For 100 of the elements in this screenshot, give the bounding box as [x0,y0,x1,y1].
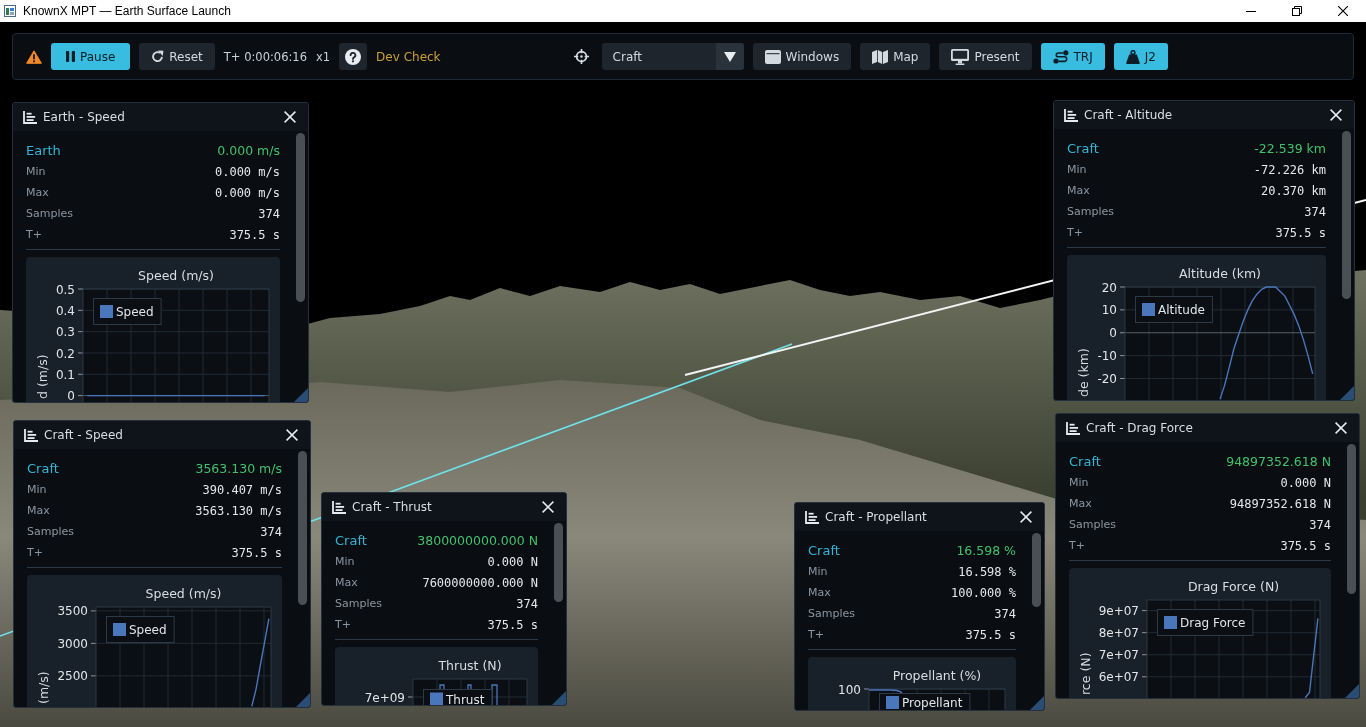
stat-value: 7600000000.000 N [422,575,538,590]
stat-value: 0.000 N [487,554,538,569]
axis-tick-label: 0.2 [55,346,75,361]
legend-label: Drag Force [1180,616,1246,630]
close-button[interactable] [1330,109,1342,121]
legend-label: Speed [129,623,167,637]
axis-tick-label: 7e+07 [1098,648,1139,663]
current-value: -22.539 km [1254,140,1326,156]
scrollbar-thumb[interactable] [296,133,305,302]
axis-tick-label: 0.1 [55,367,75,382]
close-button[interactable] [1020,511,1032,523]
stat-value: 390.407 m/s [202,482,282,497]
close-icon [542,501,554,513]
chart-title: Speed (m/s) [138,268,214,283]
refresh-icon [151,50,165,63]
trajectory-button[interactable]: TRJ [1040,43,1105,70]
stat-value: 20.370 km [1260,183,1326,198]
current-value: 0.000 m/s [217,142,280,158]
stat-value: 0.000 m/s [214,185,280,200]
chart-title: Drag Force (N) [1187,579,1280,594]
stat-label: T+ [335,618,351,631]
close-button[interactable] [284,111,296,123]
object-name: Earth [26,142,61,158]
stat-value: 3563.130 m/s [195,503,282,518]
weight-icon [1125,49,1140,64]
legend-swatch-icon [886,696,899,709]
stat-value: 100.000 % [950,585,1016,600]
current-value: 3563.130 m/s [195,460,282,476]
window-icon [764,49,781,64]
stat-label: Samples [1067,205,1114,218]
scrollbar-thumb[interactable] [1347,444,1356,594]
stat-value: 374 [258,206,280,221]
axis-tick-label: 10 [1101,303,1117,318]
scrollbar-thumb[interactable] [554,523,563,602]
mission-clock: T+ 0:00:06:16 [223,49,307,64]
window-title: Craft - Speed [44,428,124,442]
axis-tick-label: -20 [1097,372,1117,386]
stat-label: T+ [27,546,43,559]
stat-label: Min [808,565,828,578]
stat-label: Samples [808,607,855,620]
stat-value: 94897352.618 N [1229,496,1331,511]
scrollbar-thumb[interactable] [298,451,307,605]
route-icon [1052,49,1069,64]
axis-tick-label: 9e+07 [1098,604,1139,619]
windows-button[interactable]: Windows [752,43,852,70]
help-button[interactable] [339,43,368,70]
pause-icon [66,51,75,62]
stat-value: 374 [1304,204,1326,219]
bar-chart-icon [1066,421,1080,435]
window-title: Craft - Drag Force [1086,421,1194,435]
window-title: Earth - Speed [43,110,126,124]
current-value: 16.598 % [956,542,1016,558]
target-select[interactable]: Craft [601,43,744,70]
bar-chart-icon [24,428,38,442]
object-name: Craft [1067,140,1099,156]
stat-value: 0.000 m/s [214,164,280,179]
axis-tick-label: -10 [1097,349,1117,364]
stat-value: -72.226 km [1253,162,1326,177]
stat-label: T+ [1069,539,1085,552]
bar-chart-icon [805,510,819,524]
j2-button[interactable]: J2 [1113,43,1168,70]
bar-chart-icon [332,500,346,514]
stat-label: Samples [27,525,74,538]
stat-label: Max [1067,184,1090,197]
window-title: Craft - Propellant [825,510,928,524]
map-button[interactable]: Map [860,43,931,70]
stat-label: Max [808,586,831,599]
window-title: Craft - Altitude [1084,108,1174,122]
map-icon [872,49,889,64]
chart-title: Propellant (%) [892,668,982,683]
stat-label: Max [26,186,49,199]
axis-title: (m/s) [36,671,51,704]
axis-tick-label: 0.3 [55,325,75,340]
present-button[interactable]: Present [939,43,1032,70]
close-button[interactable] [1335,422,1347,434]
stat-label: Max [27,504,50,517]
stat-label: T+ [1067,226,1083,239]
axis-title: de (km) [1076,348,1091,397]
chart-title: Altitude (km) [1179,266,1261,281]
object-name: Craft [335,532,367,548]
scrollbar-thumb[interactable] [1342,131,1351,299]
chart-title: Speed (m/s) [145,586,222,601]
stat-label: T+ [26,228,42,241]
pause-button[interactable]: Pause [51,43,131,70]
axis-tick-label: 7e+09 [364,690,405,705]
legend-label: Speed [116,305,154,319]
close-button[interactable] [286,429,298,441]
close-button[interactable] [542,501,554,513]
close-icon [284,111,296,123]
reset-button[interactable]: Reset [139,43,215,70]
bar-chart-icon [1064,108,1078,122]
scrollbar-thumb[interactable] [1032,533,1041,607]
question-circle-icon [345,48,362,65]
speed-multiplier: x1 [316,49,331,64]
stat-value: 375.5 s [229,227,280,242]
window-title: KnownX MPT — Earth Surface Launch [23,4,232,18]
app-icon [4,5,16,17]
stat-label: Min [335,555,355,568]
stat-label: T+ [808,628,824,641]
close-icon [1335,422,1347,434]
